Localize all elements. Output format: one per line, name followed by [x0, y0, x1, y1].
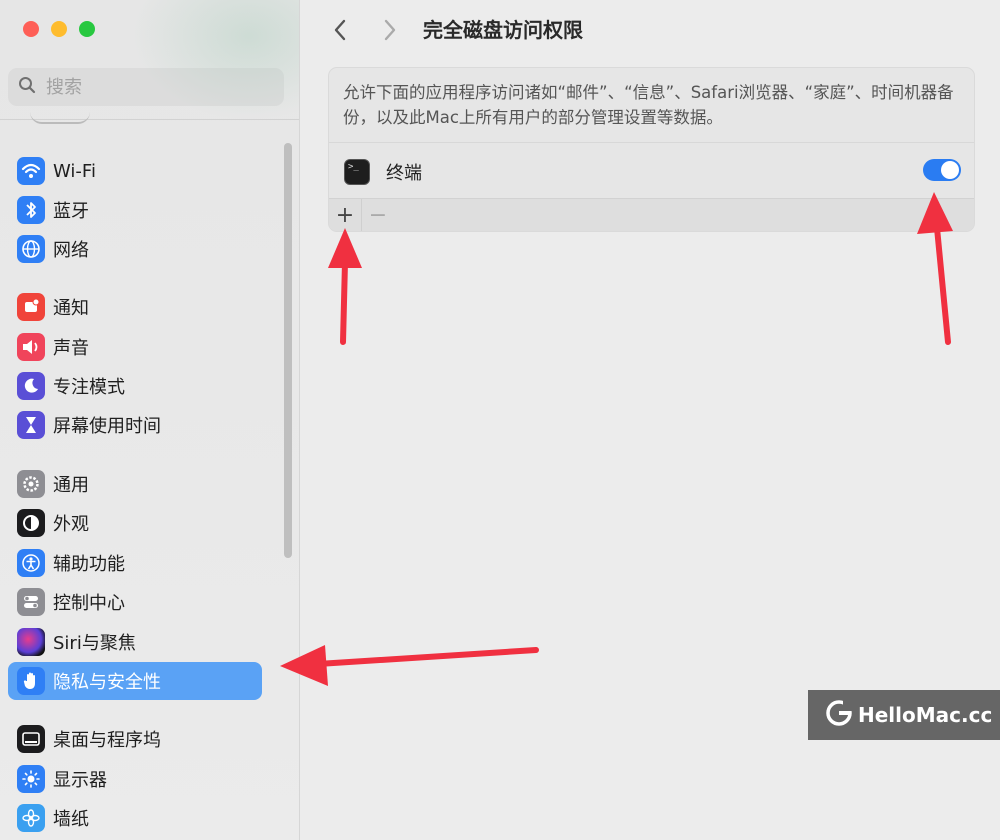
- siri-icon: [17, 628, 45, 656]
- sidebar-item-label: 显示器: [53, 770, 107, 791]
- app-access-toggle[interactable]: [923, 159, 961, 181]
- sidebar-item-desktop-dock[interactable]: 桌面与程序坞: [8, 720, 262, 758]
- watermark: HelloMac.cc: [808, 690, 1000, 740]
- toggle-knob: [941, 161, 959, 179]
- sidebar-item-siri[interactable]: Siri与聚焦: [8, 623, 262, 661]
- sidebar-item-label: 墙纸: [53, 809, 89, 830]
- list-controls: + −: [329, 198, 974, 231]
- full-disk-access-panel: 允许下面的应用程序访问诸如“邮件”、“信息”、Safari浏览器、“家庭”、时间…: [328, 67, 975, 232]
- sidebar-item-focus[interactable]: 专注模式: [8, 367, 262, 405]
- sidebar-item-screen-time[interactable]: 屏幕使用时间: [8, 406, 262, 444]
- sidebar-scrollbar[interactable]: [284, 143, 292, 558]
- watermark-text: HelloMac.cc: [858, 703, 993, 727]
- sidebar-item-label: 网络: [53, 240, 89, 261]
- sidebar-item-label: 外观: [53, 514, 89, 535]
- sidebar-item-label: Siri与聚焦: [53, 633, 136, 654]
- sidebar-item-general[interactable]: 通用: [8, 465, 262, 503]
- sidebar-item-privacy-security[interactable]: 隐私与安全性: [8, 662, 262, 700]
- app-name: 终端: [386, 163, 422, 184]
- hourglass-icon: [17, 411, 45, 439]
- sidebar-item-label: 专注模式: [53, 377, 125, 398]
- chevron-right-icon: [384, 19, 396, 41]
- sidebar-item-accessibility[interactable]: 辅助功能: [8, 544, 262, 582]
- bluetooth-icon: [17, 196, 45, 224]
- remove-app-button[interactable]: −: [361, 199, 394, 231]
- terminal-icon: >_: [344, 159, 370, 185]
- gear-icon: [17, 470, 45, 498]
- back-button[interactable]: [325, 15, 355, 45]
- sidebar-item-label: 声音: [53, 338, 89, 359]
- switches-icon: [17, 588, 45, 616]
- close-window-button[interactable]: [23, 21, 39, 37]
- search-field[interactable]: [8, 68, 284, 106]
- sidebar-item-wifi[interactable]: Wi-Fi: [8, 152, 262, 190]
- moon-icon: [17, 372, 45, 400]
- sidebar-item-control-center[interactable]: 控制中心: [8, 583, 262, 621]
- globe-icon: [17, 235, 45, 263]
- search-icon: [18, 76, 36, 98]
- zoom-window-button[interactable]: [79, 21, 95, 37]
- sidebar-item-label: 辅助功能: [53, 554, 125, 575]
- sidebar-item-label: 屏幕使用时间: [53, 416, 161, 437]
- app-row[interactable]: >_ 终端: [329, 142, 974, 201]
- bell-icon: [17, 293, 45, 321]
- forward-button[interactable]: [375, 15, 405, 45]
- sidebar-item-notifications[interactable]: 通知: [8, 288, 262, 326]
- chevron-left-icon: [334, 19, 346, 41]
- wifi-icon: [17, 157, 45, 185]
- sidebar-item-wallpaper[interactable]: 墙纸: [8, 799, 262, 837]
- sidebar-item-label: 通知: [53, 298, 89, 319]
- appearance-icon: [17, 509, 45, 537]
- dock-icon: [17, 725, 45, 753]
- sun-icon: [17, 765, 45, 793]
- sidebar-item-label: 隐私与安全性: [53, 672, 161, 693]
- sidebar-item-sound[interactable]: 声音: [8, 328, 262, 366]
- sidebar-item-label: 通用: [53, 475, 89, 496]
- flower-icon: [17, 804, 45, 832]
- sidebar-item-network[interactable]: 网络: [8, 230, 262, 268]
- panel-description: 允许下面的应用程序访问诸如“邮件”、“信息”、Safari浏览器、“家庭”、时间…: [343, 83, 954, 127]
- sidebar-item-appearance[interactable]: 外观: [8, 504, 262, 542]
- accessibility-icon: [17, 549, 45, 577]
- hellomac-logo-icon: [826, 699, 853, 731]
- hand-icon: [17, 667, 45, 695]
- sidebar-item-bluetooth[interactable]: 蓝牙: [8, 191, 262, 229]
- sidebar-item-label: 控制中心: [53, 593, 125, 614]
- sidebar-item-label: 蓝牙: [53, 201, 89, 222]
- speaker-icon: [17, 333, 45, 361]
- add-app-button[interactable]: +: [329, 199, 361, 231]
- sidebar-item-label: 桌面与程序坞: [53, 730, 161, 751]
- account-avatar-partial: [30, 112, 90, 124]
- minimize-window-button[interactable]: [51, 21, 67, 37]
- search-input[interactable]: [44, 75, 268, 99]
- sidebar-item-label: Wi-Fi: [53, 160, 96, 182]
- traffic-lights: [23, 21, 95, 37]
- sidebar: Wi-Fi 蓝牙 网络 通知 声音 专注模式 屏幕使用时间: [0, 0, 300, 840]
- page-title: 完全磁盘访问权限: [423, 18, 583, 42]
- sidebar-item-displays[interactable]: 显示器: [8, 760, 262, 798]
